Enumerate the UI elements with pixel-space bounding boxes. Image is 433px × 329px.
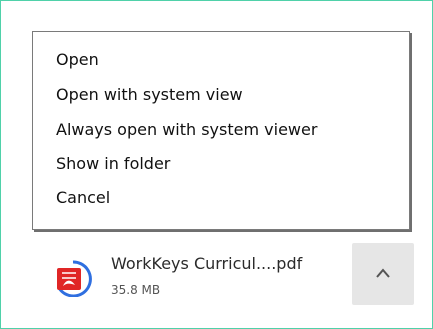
file-size: 35.8 MB <box>111 283 161 297</box>
menu-item-show-in-folder[interactable]: Show in folder <box>56 151 170 177</box>
download-panel: Open Open with system view Always open w… <box>0 0 433 329</box>
chevron-up-icon <box>376 268 390 278</box>
file-name: WorkKeys Curricul....pdf <box>111 254 303 273</box>
menu-item-open[interactable]: Open <box>56 47 99 73</box>
context-menu: Open Open with system view Always open w… <box>32 31 410 230</box>
pdf-file-icon <box>57 260 92 297</box>
expand-menu-button[interactable] <box>352 243 414 305</box>
menu-item-cancel[interactable]: Cancel <box>56 185 110 211</box>
menu-item-always-open-with-system-viewer[interactable]: Always open with system viewer <box>56 117 317 143</box>
download-item[interactable]: WorkKeys Curricul....pdf 35.8 MB <box>51 249 341 305</box>
menu-item-open-with-system-view[interactable]: Open with system view <box>56 82 243 108</box>
